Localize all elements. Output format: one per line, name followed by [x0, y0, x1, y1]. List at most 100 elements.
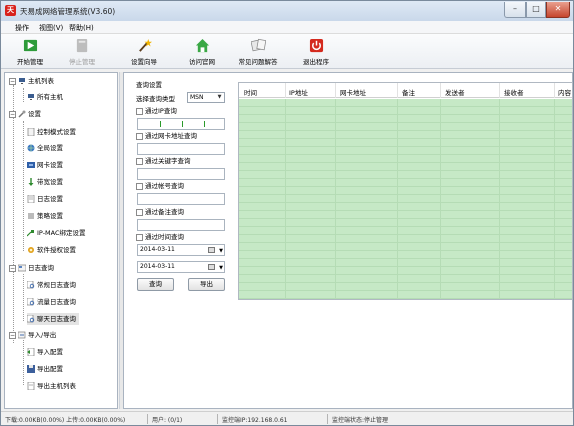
- menu-operation[interactable]: 操作: [15, 23, 29, 33]
- calendar-icon[interactable]: [208, 264, 215, 270]
- stop-manage-label: 停止管理: [69, 58, 95, 66]
- exit-program-button[interactable]: 退出程序: [291, 36, 341, 68]
- by-ip-label: 通过IP查询: [145, 107, 177, 115]
- exit-program-label: 退出程序: [303, 58, 329, 66]
- setup-wizard-button[interactable]: 设置向导: [119, 36, 169, 68]
- tree-item-bandwidth-settings[interactable]: 带宽设置: [27, 176, 63, 188]
- grid-col-line: [335, 99, 336, 299]
- status-monitor-ip: 监控端IP:192.168.0.61: [222, 417, 288, 424]
- tree-item-general-log-query[interactable]: 常规日志查询: [27, 279, 76, 291]
- calendar-icon[interactable]: [208, 247, 215, 253]
- column-header-content[interactable]: 内容: [558, 87, 571, 97]
- tree-label: 流量日志查询: [37, 298, 76, 306]
- import-export-icon: [18, 331, 26, 339]
- tree-label: 策略设置: [37, 212, 63, 220]
- tree-item-export-host-list[interactable]: 导出主机列表: [27, 380, 76, 392]
- column-divider: [554, 83, 555, 98]
- column-header-time[interactable]: 时间: [244, 87, 257, 97]
- checkbox-box[interactable]: [136, 208, 143, 216]
- column-header-receiver[interactable]: 接收者: [504, 87, 524, 97]
- minimize-button[interactable]: –: [504, 2, 526, 18]
- stop-manage-icon: [76, 38, 87, 53]
- query-type-select[interactable]: MSN ▼: [187, 92, 225, 103]
- log-document-icon: [27, 195, 35, 203]
- tree-item-ip-mac-binding[interactable]: IP-MAC绑定设置: [27, 227, 86, 239]
- collapse-toggle[interactable]: −: [9, 331, 16, 339]
- tree-node-import-export[interactable]: − 导入/导出: [9, 329, 56, 341]
- by-time-checkbox[interactable]: 通过时间查询: [136, 233, 184, 242]
- tree-line: [23, 121, 24, 251]
- tree-item-global-settings[interactable]: 全局设置: [27, 142, 63, 154]
- start-manage-button[interactable]: 开始管理: [5, 36, 55, 68]
- faq-button[interactable]: 常见问题解答: [233, 36, 283, 68]
- status-bar: 下载:0.00KB(0.00%) 上传:0.00KB(0.00%) 用户: (0…: [1, 411, 573, 425]
- tree-label: 导入/导出: [28, 331, 57, 339]
- tree-item-all-hosts[interactable]: 所有主机: [27, 91, 63, 103]
- plug-icon: [27, 230, 34, 237]
- menu-view[interactable]: 视图(V): [39, 23, 63, 33]
- tree-item-license-settings[interactable]: 软件授权设置: [27, 244, 76, 256]
- by-ip-checkbox[interactable]: 通过IP查询: [136, 107, 177, 116]
- account-input[interactable]: [137, 193, 225, 205]
- menu-help[interactable]: 帮助(H): [69, 23, 94, 33]
- collapse-toggle[interactable]: −: [9, 110, 16, 118]
- checkbox-box[interactable]: [136, 107, 143, 115]
- menu-bar: 操作 视图(V) 帮助(H): [1, 21, 573, 34]
- note-input[interactable]: [137, 219, 225, 231]
- home-icon: [195, 38, 209, 53]
- tree-item-import-config[interactable]: 导入配置: [27, 346, 63, 358]
- start-date-value: 2014-03-11: [140, 246, 175, 253]
- title-bar[interactable]: 天 天易成网络管理系统(V3.60) – □ ✕: [1, 1, 573, 21]
- collapse-toggle[interactable]: −: [9, 77, 16, 85]
- close-button[interactable]: ✕: [546, 2, 570, 18]
- tree-item-export-config[interactable]: 导出配置: [27, 363, 63, 375]
- by-note-checkbox[interactable]: 通过备注查询: [136, 208, 184, 217]
- checkbox-box[interactable]: [136, 132, 143, 140]
- grid-col-line: [440, 99, 441, 299]
- grid-col-line: [499, 99, 500, 299]
- tree-node-host-list[interactable]: − 主机列表: [9, 75, 54, 87]
- start-date-picker[interactable]: 2014-03-11 ▼: [137, 244, 225, 256]
- by-mac-checkbox[interactable]: 通过网卡地址查询: [136, 132, 197, 141]
- tree-item-chat-log-query[interactable]: 聊天日志查询: [27, 313, 79, 325]
- query-button[interactable]: 查询: [137, 278, 174, 291]
- tree-item-log-settings[interactable]: 日志设置: [27, 193, 63, 205]
- visit-website-button[interactable]: 访问官网: [177, 36, 227, 68]
- mac-address-input[interactable]: [137, 143, 225, 155]
- by-mac-label: 通过网卡地址查询: [145, 132, 197, 140]
- ip-separator: [160, 121, 161, 127]
- tree-node-settings[interactable]: − 设置: [9, 108, 41, 120]
- tree-line: [23, 88, 24, 102]
- column-header-mac[interactable]: 网卡地址: [340, 87, 366, 97]
- tree-label: 带宽设置: [37, 178, 63, 186]
- chevron-down-icon[interactable]: ▼: [219, 263, 223, 273]
- collapse-toggle[interactable]: −: [9, 264, 16, 272]
- by-account-checkbox[interactable]: 通过帐号查询: [136, 182, 184, 191]
- export-button[interactable]: 导出: [188, 278, 225, 291]
- column-divider: [397, 83, 398, 98]
- column-header-ip[interactable]: IP地址: [289, 87, 308, 97]
- tree-item-traffic-log-query[interactable]: 流量日志查询: [27, 296, 76, 308]
- log-results-grid[interactable]: 时间 IP地址 网卡地址 备注 发送者 接收者 内容: [238, 82, 573, 300]
- start-manage-icon: [23, 39, 37, 52]
- checkbox-box[interactable]: [136, 233, 143, 241]
- tree-item-policy-settings[interactable]: 策略设置: [27, 210, 63, 222]
- tree-label: 所有主机: [37, 93, 63, 101]
- ip-address-input[interactable]: [137, 118, 225, 130]
- end-date-picker[interactable]: 2014-03-11 ▼: [137, 261, 225, 273]
- column-header-note[interactable]: 备注: [402, 87, 415, 97]
- stop-manage-button[interactable]: 停止管理: [57, 36, 107, 68]
- by-keyword-checkbox[interactable]: 通过关键字查询: [136, 157, 191, 166]
- tree-label: 软件授权设置: [37, 246, 76, 254]
- keyword-input[interactable]: [137, 168, 225, 180]
- checkbox-box[interactable]: [136, 157, 143, 165]
- maximize-button[interactable]: □: [526, 2, 546, 18]
- network-card-icon: [27, 162, 35, 168]
- tree-node-log-query[interactable]: − 日志查询: [9, 262, 54, 274]
- tree-item-control-mode[interactable]: 控制模式设置: [27, 126, 76, 138]
- checkbox-box[interactable]: [136, 182, 143, 190]
- tree-item-nic-settings[interactable]: 网卡设置: [27, 159, 63, 171]
- chevron-down-icon[interactable]: ▼: [219, 246, 223, 256]
- column-header-sender[interactable]: 发送者: [445, 87, 465, 97]
- tree-label: 导出主机列表: [37, 382, 76, 390]
